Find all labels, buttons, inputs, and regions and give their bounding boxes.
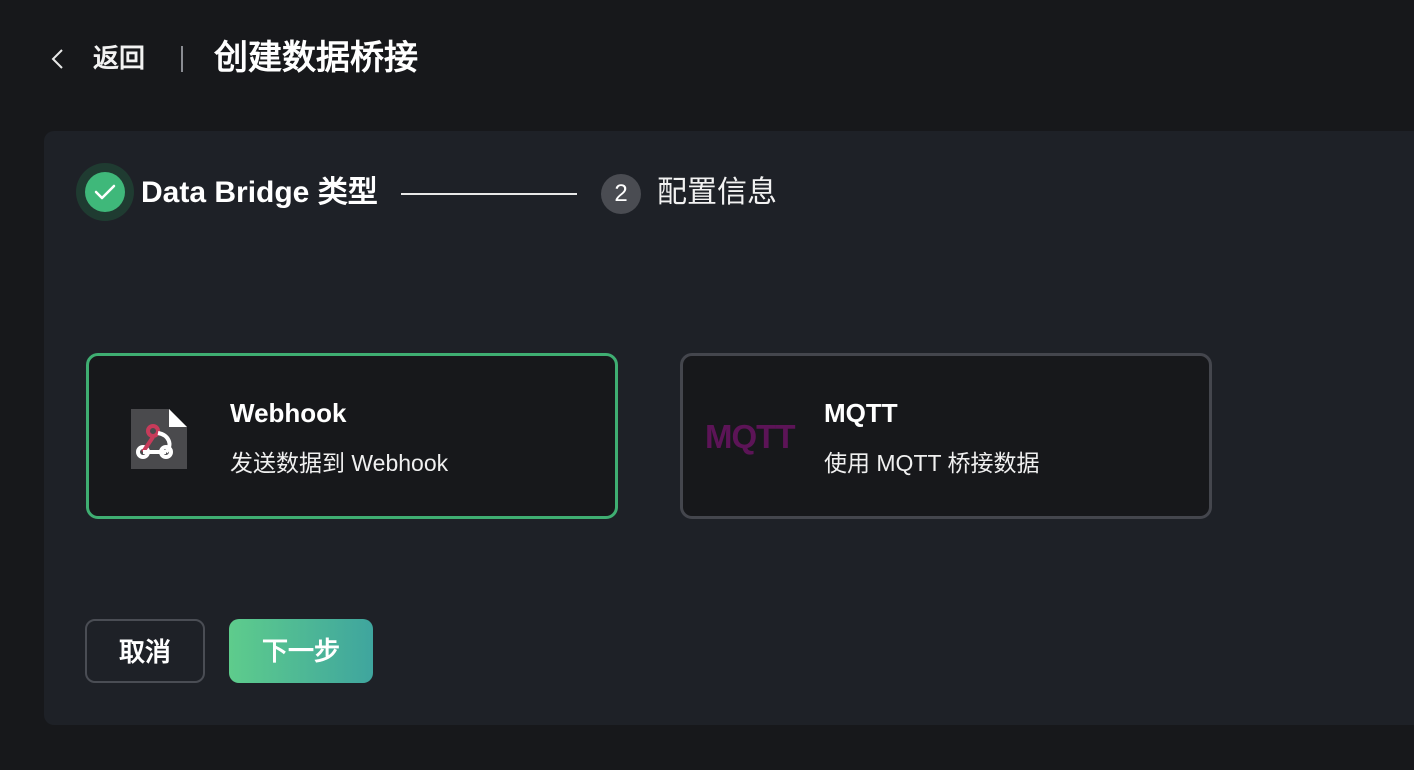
create-bridge-panel: Data Bridge 类型 2 配置信息 Webhook 发送数据到 Webh… [44,131,1414,725]
back-link[interactable]: 返回 [93,42,145,74]
step-2-label: 配置信息 [657,176,777,209]
chevron-left-icon[interactable] [48,46,68,72]
step-1-label: Data Bridge 类型 [141,176,378,209]
bridge-type-card-mqtt[interactable]: MQTT MQTT 使用 MQTT 桥接数据 [680,353,1212,519]
step-2-number: 2 [601,174,641,214]
page-title: 创建数据桥接 [214,39,418,77]
mqtt-logo: MQTT [705,418,795,455]
card-title: MQTT [824,398,898,428]
card-description: 发送数据到 Webhook [230,450,449,476]
next-step-button[interactable]: 下一步 [229,619,373,683]
header-divider [181,46,183,72]
card-description: 使用 MQTT 桥接数据 [824,450,1040,476]
step-completed-check-icon [76,163,134,221]
card-title: Webhook [230,398,347,428]
cancel-button[interactable]: 取消 [85,619,205,683]
bridge-type-card-webhook[interactable]: Webhook 发送数据到 Webhook [86,353,618,519]
step-connector-line [401,193,577,195]
webhook-logo-icon [131,409,187,469]
page-header: 返回 创建数据桥接 [0,0,1414,120]
